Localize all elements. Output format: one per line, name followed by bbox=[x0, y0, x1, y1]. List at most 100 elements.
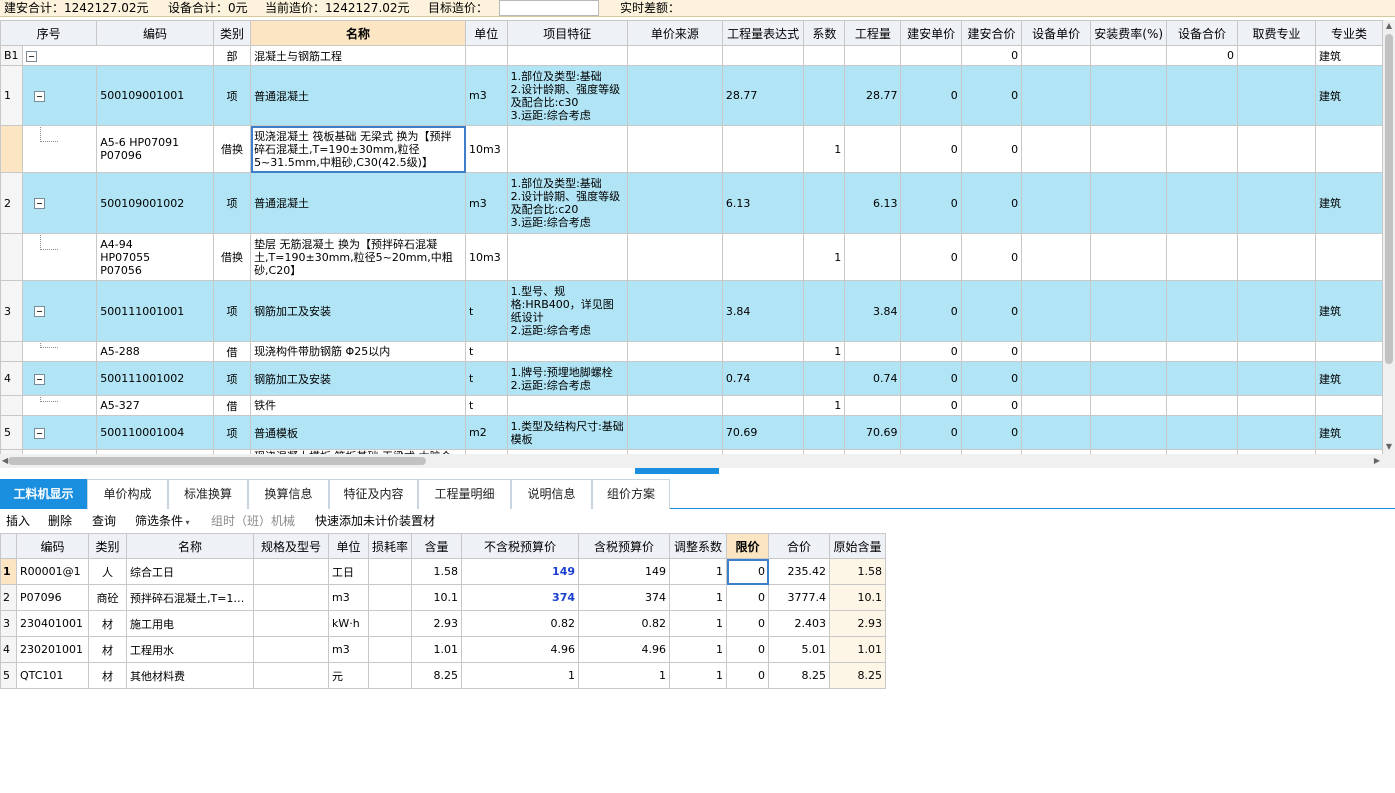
quota-empty-cell[interactable] bbox=[1314, 341, 1383, 362]
quota-total[interactable]: 0 bbox=[960, 125, 1023, 173]
bill-item-type[interactable]: 项 bbox=[212, 172, 252, 234]
quota-quantity[interactable] bbox=[844, 395, 902, 416]
quota-empty-cell[interactable] bbox=[1314, 233, 1383, 281]
bill-item-price-source[interactable] bbox=[627, 280, 723, 342]
quota-factor[interactable]: 1 bbox=[803, 233, 846, 281]
quota-empty-cell[interactable] bbox=[1236, 341, 1316, 362]
bill-item-no[interactable]: 3 bbox=[0, 280, 23, 342]
quota-empty-cell[interactable] bbox=[1021, 395, 1092, 416]
bill-item-no[interactable]: 5 bbox=[0, 415, 23, 450]
resource-limit[interactable]: 0 bbox=[726, 610, 770, 637]
quota-quantity[interactable] bbox=[844, 233, 902, 281]
resource-row-no[interactable]: 2 bbox=[0, 584, 17, 611]
quota-price-source[interactable] bbox=[627, 233, 723, 281]
scroll-right-icon[interactable]: ▶ bbox=[1372, 455, 1382, 467]
resource-adj[interactable]: 1 bbox=[669, 584, 728, 611]
quota-unit[interactable]: 10m3 bbox=[465, 125, 508, 173]
bill-item-quantity[interactable]: 3.84 bbox=[844, 280, 902, 342]
tab-2[interactable]: 标准换算 bbox=[168, 479, 248, 509]
header-col-5[interactable]: 项目特征 bbox=[506, 20, 629, 46]
resource-adj[interactable]: 1 bbox=[669, 610, 728, 637]
bill-item-fee-speciality[interactable] bbox=[1236, 280, 1316, 342]
bill-item-qty-expression[interactable]: 6.13 bbox=[721, 172, 805, 234]
lower-header-col-4[interactable]: 单位 bbox=[328, 533, 369, 559]
tab-1[interactable]: 单价构成 bbox=[87, 479, 168, 509]
bill-item-type[interactable]: 项 bbox=[212, 361, 252, 396]
resource-qty[interactable]: 1.58 bbox=[411, 558, 463, 585]
quota-empty-cell[interactable] bbox=[1021, 125, 1092, 173]
resource-tax[interactable]: 4.96 bbox=[578, 636, 671, 663]
tree-collapse-icon[interactable] bbox=[33, 198, 45, 209]
quota-name[interactable]: 铁件 bbox=[250, 395, 466, 416]
tab-6[interactable]: 说明信息 bbox=[511, 479, 592, 509]
section-empty-cell[interactable] bbox=[627, 45, 723, 66]
bill-item-fee-speciality[interactable] bbox=[1236, 415, 1316, 450]
resource-name[interactable]: 其他材料费 bbox=[126, 662, 254, 689]
bill-item-name[interactable]: 普通混凝土 bbox=[250, 172, 466, 234]
quota-name[interactable]: 垫层 无筋混凝土 换为【预拌碎石混凝土,T=190±30mm,粒径5~20mm,… bbox=[250, 233, 466, 281]
bill-item-feature[interactable]: 1.牌号:预埋地脚螺栓 2.运距:综合考虑 bbox=[506, 361, 629, 396]
bill-item-no[interactable]: 4 bbox=[0, 361, 23, 396]
header-col-16[interactable]: 专业类 bbox=[1314, 20, 1383, 46]
quota-row[interactable]: A5-288 借现浇构件带肋钢筋 Φ25以内 t 1 0 0 bbox=[0, 341, 1383, 362]
bill-item-factor[interactable] bbox=[803, 415, 846, 450]
bill-item-speciality[interactable]: 建筑 bbox=[1314, 65, 1383, 126]
bill-item-speciality[interactable]: 建筑 bbox=[1314, 415, 1383, 450]
quota-factor[interactable]: 1 bbox=[803, 395, 846, 416]
resource-row-no[interactable]: 5 bbox=[0, 662, 17, 689]
section-row-no[interactable]: B1 bbox=[0, 45, 23, 66]
bill-item-total[interactable]: 0 bbox=[960, 361, 1023, 396]
bill-item-device-total[interactable] bbox=[1166, 415, 1238, 450]
resource-code[interactable]: R00001@1 bbox=[16, 558, 89, 585]
tab-4[interactable]: 特征及内容 bbox=[329, 479, 418, 509]
bill-item-code[interactable]: 500109001002 bbox=[96, 172, 214, 234]
quota-unit[interactable]: t bbox=[465, 395, 508, 416]
bill-item-type[interactable]: 项 bbox=[212, 280, 252, 342]
section-tree-cell[interactable] bbox=[21, 45, 214, 66]
resource-adj[interactable]: 1 bbox=[669, 636, 728, 663]
header-col-7[interactable]: 工程量表达式 bbox=[721, 20, 805, 46]
section-empty-cell[interactable] bbox=[721, 45, 805, 66]
quota-type[interactable]: 借 bbox=[212, 395, 252, 416]
quota-empty-cell[interactable] bbox=[1236, 233, 1316, 281]
bill-item-name[interactable]: 钢筋加工及安装 bbox=[250, 280, 466, 342]
bill-item-price-source[interactable] bbox=[627, 172, 723, 234]
bill-item-price-source[interactable] bbox=[627, 415, 723, 450]
resource-pre-tax[interactable]: 0.82 bbox=[461, 610, 580, 637]
target-cost-input[interactable] bbox=[499, 0, 599, 16]
resource-spec[interactable] bbox=[253, 636, 329, 663]
tab-5[interactable]: 工程量明细 bbox=[418, 479, 511, 509]
scroll-down-icon[interactable]: ▼ bbox=[1384, 442, 1394, 452]
lower-header-col-8[interactable]: 含税预算价 bbox=[578, 533, 671, 559]
quota-quantity[interactable] bbox=[844, 341, 902, 362]
lower-header-col-2[interactable]: 名称 bbox=[126, 533, 254, 559]
quota-name[interactable]: 现浇混凝土 筏板基础 无梁式 换为【预拌碎石混凝土,T=190±30mm,粒径5… bbox=[250, 125, 466, 173]
resource-unit[interactable]: m3 bbox=[328, 584, 369, 611]
header-col-12[interactable]: 设备单价 bbox=[1021, 20, 1092, 46]
quota-tree-cell[interactable] bbox=[21, 125, 98, 173]
resource-orig[interactable]: 1.58 bbox=[829, 558, 887, 585]
resource-name[interactable]: 工程用水 bbox=[126, 636, 254, 663]
bill-item-factor[interactable] bbox=[803, 65, 846, 126]
quota-row-no[interactable] bbox=[0, 395, 23, 416]
bill-item-no[interactable]: 2 bbox=[0, 172, 23, 234]
quota-total[interactable]: 0 bbox=[960, 233, 1023, 281]
quota-empty-cell[interactable] bbox=[1021, 233, 1092, 281]
bill-item-tree-cell[interactable] bbox=[21, 65, 98, 126]
lower-header-col-0[interactable]: 编码 bbox=[16, 533, 89, 559]
quota-empty-cell[interactable] bbox=[1236, 125, 1316, 173]
resource-pre-tax[interactable]: 4.96 bbox=[461, 636, 580, 663]
resource-total[interactable]: 235.42 bbox=[768, 558, 831, 585]
resource-orig[interactable]: 8.25 bbox=[829, 662, 887, 689]
quota-tree-cell[interactable] bbox=[21, 341, 98, 362]
lower-header-col-10[interactable]: 限价 bbox=[726, 533, 770, 559]
bill-item-unit[interactable]: t bbox=[465, 361, 508, 396]
resource-qty[interactable]: 2.93 bbox=[411, 610, 463, 637]
resource-unit[interactable]: 工日 bbox=[328, 558, 369, 585]
query-button[interactable]: 查询 bbox=[92, 511, 116, 531]
upper-horizontal-scrollbar[interactable]: ◀ ▶ bbox=[0, 454, 1395, 468]
bill-item-factor[interactable] bbox=[803, 280, 846, 342]
resource-loss[interactable] bbox=[367, 558, 413, 585]
resource-loss[interactable] bbox=[367, 584, 413, 611]
quota-feature[interactable] bbox=[506, 233, 629, 281]
